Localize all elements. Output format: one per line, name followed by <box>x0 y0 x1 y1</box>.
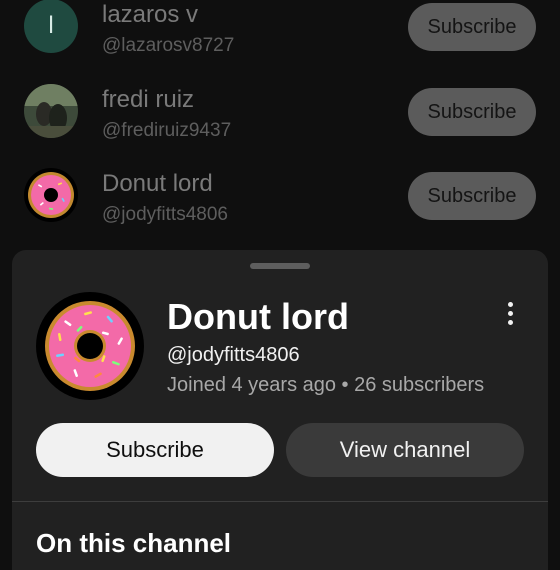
donut-icon <box>28 172 74 218</box>
channel-avatar[interactable] <box>36 292 144 400</box>
subscribe-button[interactable]: Subscribe <box>408 3 536 51</box>
channel-handle: @lazarosv8727 <box>102 35 235 56</box>
channel-handle: @jodyfitts4806 <box>102 204 228 225</box>
channel-handle: @frediruiz9437 <box>102 120 232 141</box>
section-title: On this channel <box>36 528 232 558</box>
channel-meta: Joined 4 years ago • 26 subscribers <box>167 374 485 396</box>
channel-name: fredi ruiz <box>102 86 195 113</box>
subscribe-button[interactable]: Subscribe <box>408 172 536 220</box>
photo-avatar-image <box>24 84 78 138</box>
avatar[interactable] <box>24 84 78 138</box>
channel-title: Donut lord <box>167 296 349 337</box>
view-channel-button[interactable]: View channel <box>286 423 524 477</box>
subscriber-list: l lazaros v @lazarosv8727 Subscribe fred… <box>0 0 560 250</box>
channel-name: lazaros v <box>102 1 199 28</box>
avatar-letter: l <box>48 12 54 39</box>
divider <box>12 501 548 502</box>
donut-icon <box>40 296 140 396</box>
channel-handle: @jodyfitts4806 <box>167 344 300 366</box>
subscribe-button[interactable]: Subscribe <box>36 423 274 477</box>
list-item[interactable]: Donut lord @jodyfitts4806 Subscribe <box>0 154 560 238</box>
drag-handle[interactable] <box>250 263 310 269</box>
avatar[interactable] <box>24 168 78 222</box>
avatar[interactable]: l <box>24 0 78 53</box>
list-item[interactable]: fredi ruiz @frediruiz9437 Subscribe <box>0 70 560 154</box>
more-options-icon[interactable] <box>500 302 520 332</box>
channel-name: Donut lord <box>102 170 213 197</box>
subscribe-button[interactable]: Subscribe <box>408 88 536 136</box>
list-item[interactable]: l lazaros v @lazarosv8727 Subscribe <box>0 0 560 69</box>
channel-bottom-sheet: Donut lord @jodyfitts4806 Joined 4 years… <box>12 250 548 570</box>
